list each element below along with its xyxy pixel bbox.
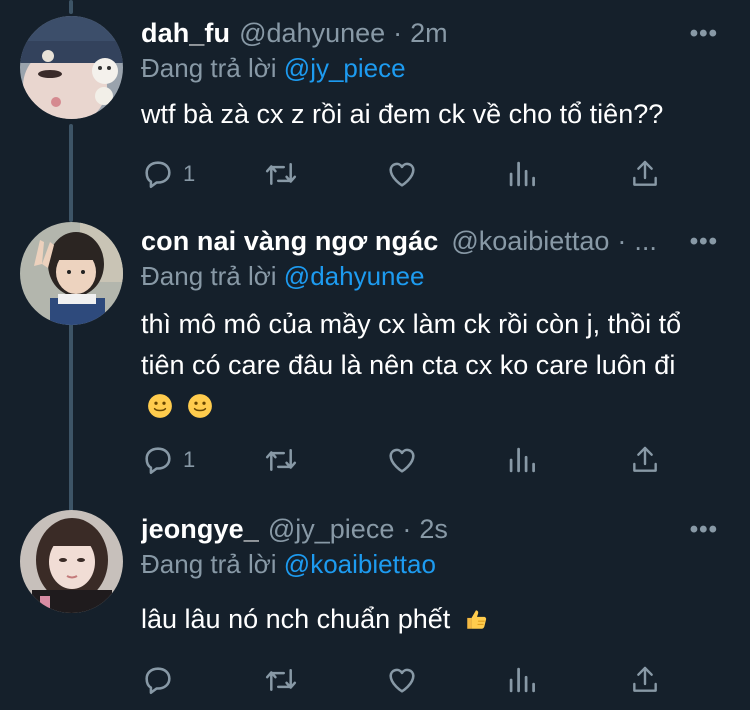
tweet-actions: 1 bbox=[141, 156, 671, 192]
separator-dot: · bbox=[393, 17, 403, 48]
share-button[interactable] bbox=[629, 442, 661, 478]
tweet-text: wtf bà zà cx z rồi ai đem ck về cho tổ t… bbox=[141, 94, 711, 135]
share-icon bbox=[633, 160, 657, 186]
tweet-header: dah_fu @dahyunee · 2m bbox=[141, 16, 726, 50]
reply-icon bbox=[145, 161, 171, 189]
replying-to: Đang trả lời @koaibiettao bbox=[141, 549, 436, 580]
replying-to-mention[interactable]: @jy_piece bbox=[284, 53, 406, 83]
tweet-actions bbox=[141, 662, 671, 698]
more-options-icon[interactable]: ••• bbox=[690, 22, 718, 46]
reply-count: 1 bbox=[183, 161, 196, 186]
replying-to-mention[interactable]: @dahyunee bbox=[284, 261, 425, 291]
like-button[interactable] bbox=[385, 662, 419, 698]
retweet-button[interactable] bbox=[263, 662, 299, 698]
like-button[interactable] bbox=[385, 156, 419, 192]
tweet[interactable]: dah_fu @dahyunee · 2m ••• Đang trả lời @… bbox=[0, 0, 750, 208]
analytics-button[interactable] bbox=[507, 156, 537, 192]
analytics-button[interactable] bbox=[507, 662, 537, 698]
tweet-header: con nai vàng ngơ ngác @koaibiettao · ... bbox=[141, 224, 726, 258]
retweet-button[interactable] bbox=[263, 156, 299, 192]
user-handle[interactable]: @jy_piece bbox=[268, 514, 394, 545]
heart-icon bbox=[389, 162, 415, 187]
share-icon bbox=[633, 446, 657, 472]
reply-button[interactable]: 1 bbox=[141, 156, 195, 192]
share-icon bbox=[633, 666, 657, 692]
replying-to: Đang trả lời @jy_piece bbox=[141, 53, 406, 84]
more-options-icon[interactable]: ••• bbox=[690, 230, 718, 254]
tweet-text: lâu lâu nó nch chuẩn phết bbox=[141, 599, 711, 640]
timestamp[interactable]: ... bbox=[634, 226, 657, 257]
display-name[interactable]: con nai vàng ngơ ngác bbox=[141, 226, 438, 257]
analytics-icon bbox=[509, 667, 535, 693]
tweet[interactable]: con nai vàng ngơ ngác @koaibiettao · ...… bbox=[0, 208, 750, 498]
retweet-button[interactable] bbox=[263, 442, 299, 478]
tweet-header: jeongye_ @jy_piece · 2s bbox=[141, 512, 726, 546]
display-name[interactable]: jeongye_ bbox=[141, 514, 259, 545]
thumbs-up-emoji bbox=[467, 610, 486, 629]
replying-to: Đang trả lời @dahyunee bbox=[141, 261, 424, 292]
avatar[interactable] bbox=[20, 510, 123, 613]
slightly-smiling-face-emoji bbox=[148, 394, 172, 418]
heart-icon bbox=[389, 668, 415, 693]
tweet-text-content: wtf bà zà cx z rồi ai đem ck về cho tổ t… bbox=[141, 99, 664, 129]
reply-count: 1 bbox=[183, 447, 196, 472]
separator-dot: · bbox=[617, 225, 627, 256]
reply-button[interactable] bbox=[141, 662, 183, 698]
tweet-actions: 1 bbox=[141, 442, 671, 478]
avatar[interactable] bbox=[20, 16, 123, 119]
retweet-icon bbox=[265, 669, 297, 691]
tweet-text: thì mô mô của mầy cx làm ck rồi còn j, t… bbox=[141, 304, 701, 427]
more-options-icon[interactable]: ••• bbox=[690, 518, 718, 542]
tweet-text-content: thì mô mô của mầy cx làm ck rồi còn j, t… bbox=[141, 309, 682, 380]
display-name[interactable]: dah_fu bbox=[141, 18, 230, 49]
share-button[interactable] bbox=[629, 662, 661, 698]
retweet-icon bbox=[265, 449, 297, 471]
avatar[interactable] bbox=[20, 222, 123, 325]
analytics-icon bbox=[509, 447, 535, 473]
replying-to-mention[interactable]: @koaibiettao bbox=[284, 549, 436, 579]
slightly-smiling-face-emoji bbox=[187, 394, 212, 418]
replying-to-prefix: Đang trả lời bbox=[141, 53, 277, 83]
tweet-text-content: lâu lâu nó nch chuẩn phết bbox=[141, 604, 451, 634]
replying-to-prefix: Đang trả lời bbox=[141, 261, 277, 291]
retweet-icon bbox=[265, 163, 297, 185]
reply-button[interactable]: 1 bbox=[141, 442, 195, 478]
reply-icon bbox=[145, 447, 171, 475]
share-button[interactable] bbox=[629, 156, 661, 192]
separator-dot: · bbox=[402, 513, 412, 544]
tweet[interactable]: jeongye_ @jy_piece · 2s ••• Đang trả lời… bbox=[0, 498, 750, 710]
replying-to-prefix: Đang trả lời bbox=[141, 549, 277, 579]
user-handle[interactable]: @dahyunee bbox=[239, 18, 385, 49]
analytics-icon bbox=[509, 161, 535, 187]
user-handle[interactable]: @koaibiettao bbox=[451, 226, 609, 257]
heart-icon bbox=[389, 448, 415, 473]
reply-icon bbox=[145, 667, 171, 695]
like-button[interactable] bbox=[385, 442, 419, 478]
analytics-button[interactable] bbox=[507, 442, 537, 478]
timestamp[interactable]: 2m bbox=[410, 18, 448, 49]
timestamp[interactable]: 2s bbox=[419, 514, 448, 545]
